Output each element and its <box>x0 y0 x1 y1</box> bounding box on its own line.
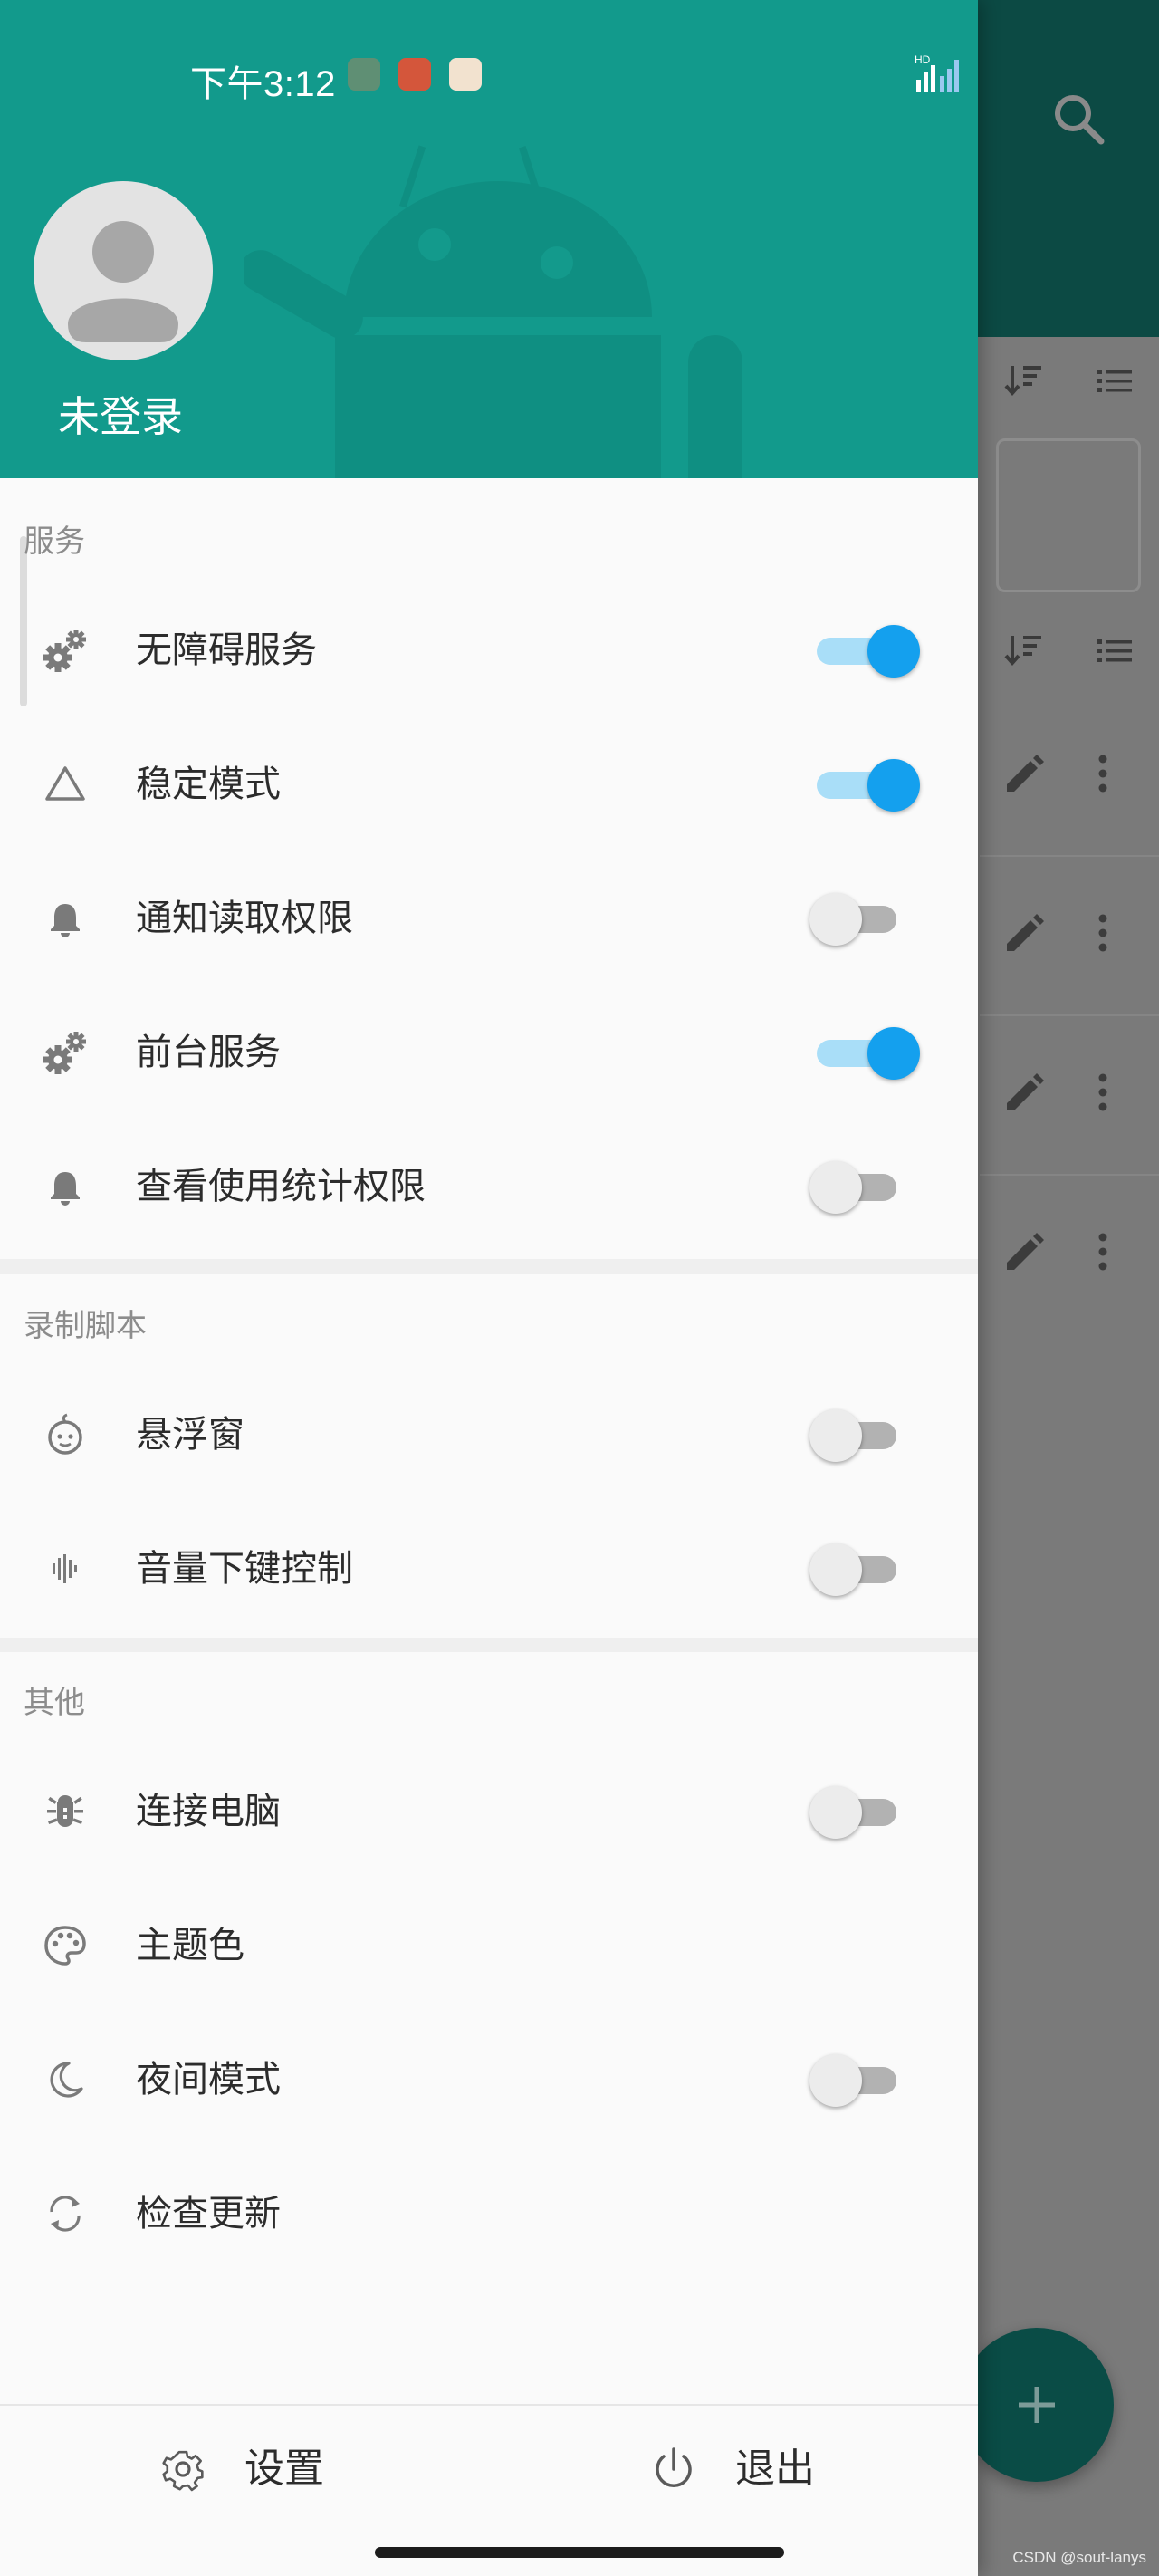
add-fab-button[interactable] <box>960 2328 1114 2482</box>
night-mode-switch[interactable] <box>802 2051 929 2109</box>
search-icon[interactable] <box>1050 91 1106 147</box>
sort-icon[interactable] <box>1003 360 1045 402</box>
power-icon <box>656 2447 692 2487</box>
switch-thumb <box>867 625 920 678</box>
notification-permission-switch[interactable] <box>802 889 929 947</box>
menu-item-theme-color[interactable]: 主题色 <box>0 1879 978 2013</box>
list-icon[interactable] <box>1094 630 1135 672</box>
menu-item-connect-computer[interactable]: 连接电脑 <box>0 1745 978 1879</box>
background-card <box>996 438 1141 592</box>
exit-button[interactable]: 退出 <box>648 2437 866 2502</box>
notification-app-icon <box>449 58 482 91</box>
section-title-service: 服务 <box>24 524 85 560</box>
more-vert-icon[interactable] <box>1087 1226 1119 1277</box>
face-icon <box>48 1413 82 1455</box>
android-robot-icon <box>244 145 742 478</box>
settings-label: 设置 <box>244 2446 324 2492</box>
switch-thumb <box>809 2054 862 2107</box>
person-icon <box>68 221 178 342</box>
volume-key-control-switch[interactable] <box>802 1540 929 1598</box>
gears-icon <box>43 630 86 672</box>
notification-app-icon <box>348 58 380 91</box>
switch-thumb <box>809 1409 862 1462</box>
signal-hd-label: HD <box>915 53 931 66</box>
bell-icon <box>51 1172 80 1206</box>
more-vert-icon[interactable] <box>1087 1067 1119 1118</box>
menu-item-label: 无障碍服务 <box>136 630 317 671</box>
watermark: CSDN @sout-lanys <box>1012 2549 1146 2566</box>
section-divider <box>0 1259 978 1274</box>
menu-item-label: 夜间模式 <box>136 2059 281 2100</box>
status-time: 下午3:12 <box>190 64 336 104</box>
menu-item-label: 前台服务 <box>136 1032 281 1073</box>
list-item[interactable] <box>980 1176 1159 1335</box>
more-vert-icon[interactable] <box>1087 748 1119 799</box>
menu-item-label: 主题色 <box>136 1925 244 1966</box>
menu-item-night-mode[interactable]: 夜间模式 <box>0 2013 978 2147</box>
moon-icon <box>50 2062 83 2098</box>
footer-divider <box>0 2404 978 2406</box>
settings-button[interactable]: 设置 <box>158 2437 375 2502</box>
avatar[interactable] <box>34 181 213 360</box>
bell-icon <box>51 904 80 937</box>
more-vert-icon[interactable] <box>1087 908 1119 958</box>
section-divider <box>0 1638 978 1652</box>
menu-item-label: 查看使用统计权限 <box>136 1166 426 1207</box>
sort-icon[interactable] <box>1003 630 1045 672</box>
menu-item-label: 稳定模式 <box>136 764 281 805</box>
menu-item-label: 悬浮窗 <box>136 1414 244 1456</box>
menu-item-accessibility-service[interactable]: 无障碍服务 <box>0 583 978 717</box>
voice-icon <box>53 1554 77 1583</box>
gears-icon <box>43 1032 86 1074</box>
menu-item-foreground-service[interactable]: 前台服务 <box>0 985 978 1120</box>
menu-item-label: 连接电脑 <box>136 1791 281 1832</box>
floating-window-switch[interactable] <box>802 1406 929 1464</box>
switch-thumb <box>867 1027 920 1080</box>
list-item[interactable] <box>980 857 1159 1016</box>
menu-item-floating-window[interactable]: 悬浮窗 <box>0 1368 978 1502</box>
menu-item-notification-permission[interactable]: 通知读取权限 <box>0 851 978 985</box>
list-icon[interactable] <box>1094 360 1135 402</box>
section-title-other: 其他 <box>24 1685 85 1721</box>
edit-icon[interactable] <box>1000 1226 1050 1277</box>
login-status-label[interactable]: 未登录 <box>58 384 183 444</box>
menu-item-label: 通知读取权限 <box>136 898 353 939</box>
signal-icon: HD <box>915 53 959 92</box>
bug-icon <box>47 1795 83 1827</box>
notification-app-icon <box>398 58 431 91</box>
triangle-icon <box>45 766 85 801</box>
list-item[interactable] <box>980 1016 1159 1176</box>
switch-thumb <box>867 759 920 812</box>
menu-item-usage-stats-permission[interactable]: 查看使用统计权限 <box>0 1120 978 1254</box>
switch-thumb <box>809 893 862 946</box>
menu-item-check-update[interactable]: 检查更新 <box>0 2147 978 2281</box>
list-item[interactable] <box>980 697 1159 857</box>
gear-icon <box>162 2450 204 2492</box>
menu-item-label: 检查更新 <box>136 2193 281 2235</box>
section-title-record: 录制脚本 <box>24 1308 147 1344</box>
exit-label: 退出 <box>735 2446 815 2492</box>
menu-item-volume-key-control[interactable]: 音量下键控制 <box>0 1502 978 1636</box>
status-bar: 下午3:12 HD 22 <box>0 47 978 107</box>
data-usage-icon <box>976 56 978 96</box>
accessibility-service-switch[interactable] <box>802 621 929 679</box>
switch-thumb <box>809 1543 862 1596</box>
menu-item-stable-mode[interactable]: 稳定模式 <box>0 717 978 851</box>
edit-icon[interactable] <box>1000 908 1050 958</box>
sync-icon <box>50 2196 81 2232</box>
edit-icon[interactable] <box>1000 748 1050 799</box>
palette-icon <box>44 1926 86 1966</box>
switch-thumb <box>809 1161 862 1214</box>
usage-stats-permission-switch[interactable] <box>802 1158 929 1216</box>
switch-thumb <box>809 1786 862 1839</box>
edit-icon[interactable] <box>1000 1067 1050 1118</box>
stable-mode-switch[interactable] <box>802 755 929 813</box>
plus-icon <box>1019 2387 1055 2423</box>
connect-computer-switch[interactable] <box>802 1783 929 1841</box>
foreground-service-switch[interactable] <box>802 1024 929 1081</box>
home-indicator[interactable] <box>375 2547 784 2558</box>
navigation-drawer: 未登录 下午3:12 HD 22 服务 <box>0 0 978 2576</box>
menu-item-label: 音量下键控制 <box>136 1548 353 1590</box>
